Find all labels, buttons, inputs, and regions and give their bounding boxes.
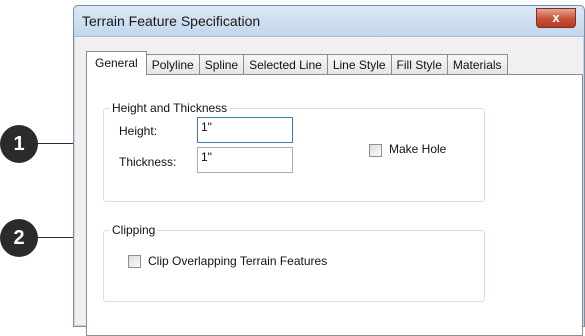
- height-label: Height:: [119, 124, 158, 138]
- callout-1: 1: [0, 125, 38, 163]
- thickness-field[interactable]: 1": [197, 147, 293, 173]
- height-thickness-group: Height and Thickness Height: 1" Thicknes…: [103, 101, 485, 202]
- tab-line-style[interactable]: Line Style: [326, 54, 392, 75]
- tab-materials[interactable]: Materials: [446, 54, 508, 75]
- tab-strip: General Polyline Spline Selected Line Li…: [86, 51, 508, 75]
- clip-overlapping-label[interactable]: Clip Overlapping Terrain Features: [148, 254, 327, 268]
- clipping-group-title: Clipping: [110, 223, 158, 237]
- height-field[interactable]: 1": [197, 117, 293, 143]
- thickness-label: Thickness:: [119, 155, 177, 169]
- tab-polyline[interactable]: Polyline: [145, 54, 200, 75]
- clip-overlapping-checkbox[interactable]: [128, 255, 141, 268]
- tab-fill-style[interactable]: Fill Style: [390, 54, 448, 75]
- close-button[interactable]: x: [536, 8, 576, 28]
- tab-selected-line[interactable]: Selected Line: [243, 54, 328, 75]
- dialog-window: Terrain Feature Specification x General …: [73, 5, 585, 336]
- height-thickness-group-title: Height and Thickness: [110, 101, 230, 115]
- tab-spline[interactable]: Spline: [198, 54, 245, 75]
- close-icon: x: [552, 10, 560, 25]
- clipping-group: Clipping Clip Overlapping Terrain Featur…: [103, 223, 485, 302]
- make-hole-checkbox[interactable]: [369, 144, 382, 157]
- make-hole-label[interactable]: Make Hole: [389, 142, 446, 156]
- callout-2: 2: [0, 219, 38, 257]
- general-tab-panel: Height and Thickness Height: 1" Thicknes…: [86, 74, 583, 336]
- tab-general[interactable]: General: [86, 51, 147, 75]
- window-title: Terrain Feature Specification: [82, 13, 261, 29]
- title-bar[interactable]: Terrain Feature Specification x: [74, 6, 584, 37]
